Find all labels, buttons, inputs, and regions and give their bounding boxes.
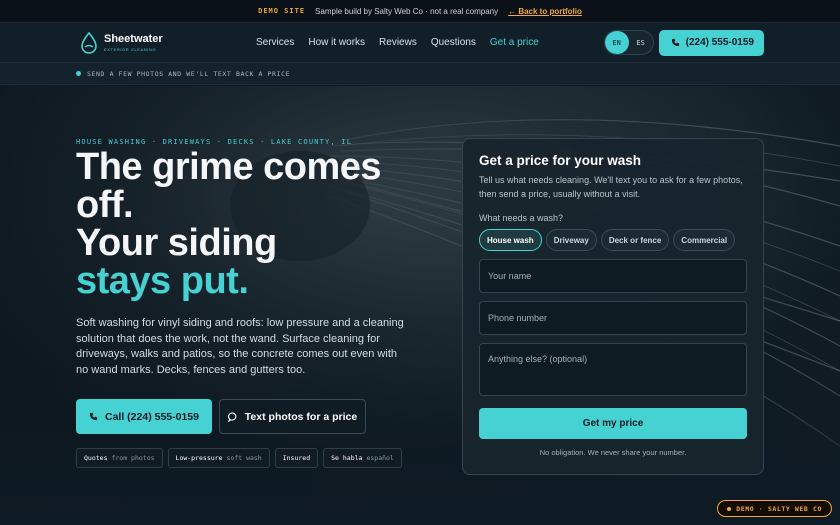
nav-item-how-it-works[interactable]: How it works (308, 37, 365, 48)
demo-text: Sample build by Salty Web Co · not a rea… (315, 6, 499, 16)
option-house-wash[interactable]: House wash (479, 229, 542, 251)
trust-badge: Insured (274, 448, 319, 468)
hero-heading-line-1: The grime comes off. (76, 146, 382, 226)
form-description: Tell us what needs cleaning. We'll text … (479, 175, 743, 199)
form-title: Get a price for your wash (479, 153, 642, 168)
water-drop-icon (80, 31, 98, 54)
option-commercial[interactable]: Commercial (673, 229, 736, 251)
nav-item-get-a-price[interactable]: Get a price (490, 37, 539, 48)
trust-badge: Quotes from photos (76, 448, 163, 468)
status-dot-icon (76, 71, 81, 76)
hero-description: Soft washing for vinyl siding and roofs:… (76, 317, 404, 376)
back-to-portfolio-link[interactable]: ← Back to portfolio (508, 7, 582, 16)
trust-badge-detail: from photos (111, 454, 155, 462)
trust-badge-title: Low-pressure (175, 454, 223, 462)
demo-dot-icon (727, 506, 732, 511)
notes-textarea[interactable]: Anything else? (optional) (479, 343, 747, 396)
header-call-button[interactable]: (224) 555-0159 (658, 29, 764, 56)
text-photos-button[interactable]: Text photos for a price (219, 399, 366, 434)
phone-field[interactable]: Phone number (479, 301, 747, 335)
nav-item-questions[interactable]: Questions (431, 37, 476, 48)
trust-badge-title: Se habla (331, 454, 363, 462)
trust-badges: Quotes from photos Low-pressure soft was… (76, 448, 446, 468)
main-nav: Services How it works Reviews Questions … (256, 37, 539, 48)
brand-name: Sheetwater (104, 32, 163, 45)
hero-actions: Call (224) 555-0159 Text photos for a pr… (76, 399, 446, 434)
phone-icon (89, 412, 98, 421)
chat-bubble-icon (227, 411, 238, 422)
privacy-note: No obligation. We never share your numbe… (539, 448, 687, 457)
lang-es-button[interactable]: ES (629, 31, 653, 54)
hero-heading-line-2: Your siding (76, 222, 277, 264)
lang-en-button[interactable]: EN (604, 31, 629, 54)
service-question-label: What needs a wash? (479, 213, 564, 223)
name-field[interactable]: Your name (479, 259, 747, 293)
demo-tag: DEMO SITE (258, 7, 306, 15)
site-header: Sheetwater EXTERIOR CLEANING Services Ho… (0, 23, 840, 63)
service-options: House wash Driveway Deck or fence Commer… (479, 229, 747, 251)
announcement-strip: SEND A FEW PHOTOS AND WE'LL TEXT BACK A … (0, 63, 840, 85)
trust-badge-detail: español (366, 454, 394, 462)
trust-badge-detail: soft wash (226, 454, 262, 462)
hero-eyebrow: HOUSE WASHING · DRIVEWAYS · DECKS · LAKE… (76, 138, 353, 146)
trust-badge: Low-pressure soft wash (167, 448, 270, 468)
get-my-price-button[interactable]: Get my price (479, 408, 747, 439)
demo-banner: DEMO SITE Sample build by Salty Web Co ·… (0, 0, 840, 23)
call-button-label: Call (224) 555-0159 (105, 410, 199, 423)
header-call-label: (224) 555-0159 (685, 37, 754, 48)
hero-section: HOUSE WASHING · DRIVEWAYS · DECKS · LAKE… (0, 86, 840, 525)
text-photos-label: Text photos for a price (244, 410, 358, 423)
logo[interactable]: Sheetwater EXTERIOR CLEANING (80, 31, 256, 54)
option-driveway[interactable]: Driveway (545, 229, 597, 251)
trust-badge-title: Quotes (84, 454, 108, 462)
phone-icon (671, 38, 680, 47)
nav-item-services[interactable]: Services (256, 37, 294, 48)
nav-item-reviews[interactable]: Reviews (379, 37, 417, 48)
call-button[interactable]: Call (224) 555-0159 (76, 399, 212, 434)
brand-tagline: EXTERIOR CLEANING (104, 46, 157, 52)
announcement-text: SEND A FEW PHOTOS AND WE'LL TEXT BACK A … (87, 69, 291, 78)
demo-badge[interactable]: DEMO · SALTY WEB CO (717, 500, 832, 517)
trust-badge-title: Insured (282, 454, 311, 462)
trust-badge: Se habla español (323, 448, 402, 468)
hero-copy: HOUSE WASHING · DRIVEWAYS · DECKS · LAKE… (76, 138, 446, 468)
option-deck-or-fence[interactable]: Deck or fence (600, 229, 670, 251)
hero-heading: The grime comes off. Your siding stays p… (76, 148, 446, 300)
hero-heading-accent: stays put. (76, 260, 249, 302)
language-toggle: EN ES (603, 30, 654, 55)
demo-badge-label: DEMO · SALTY WEB CO (736, 504, 822, 513)
quote-form-card: Get a price for your wash Tell us what n… (462, 138, 764, 475)
